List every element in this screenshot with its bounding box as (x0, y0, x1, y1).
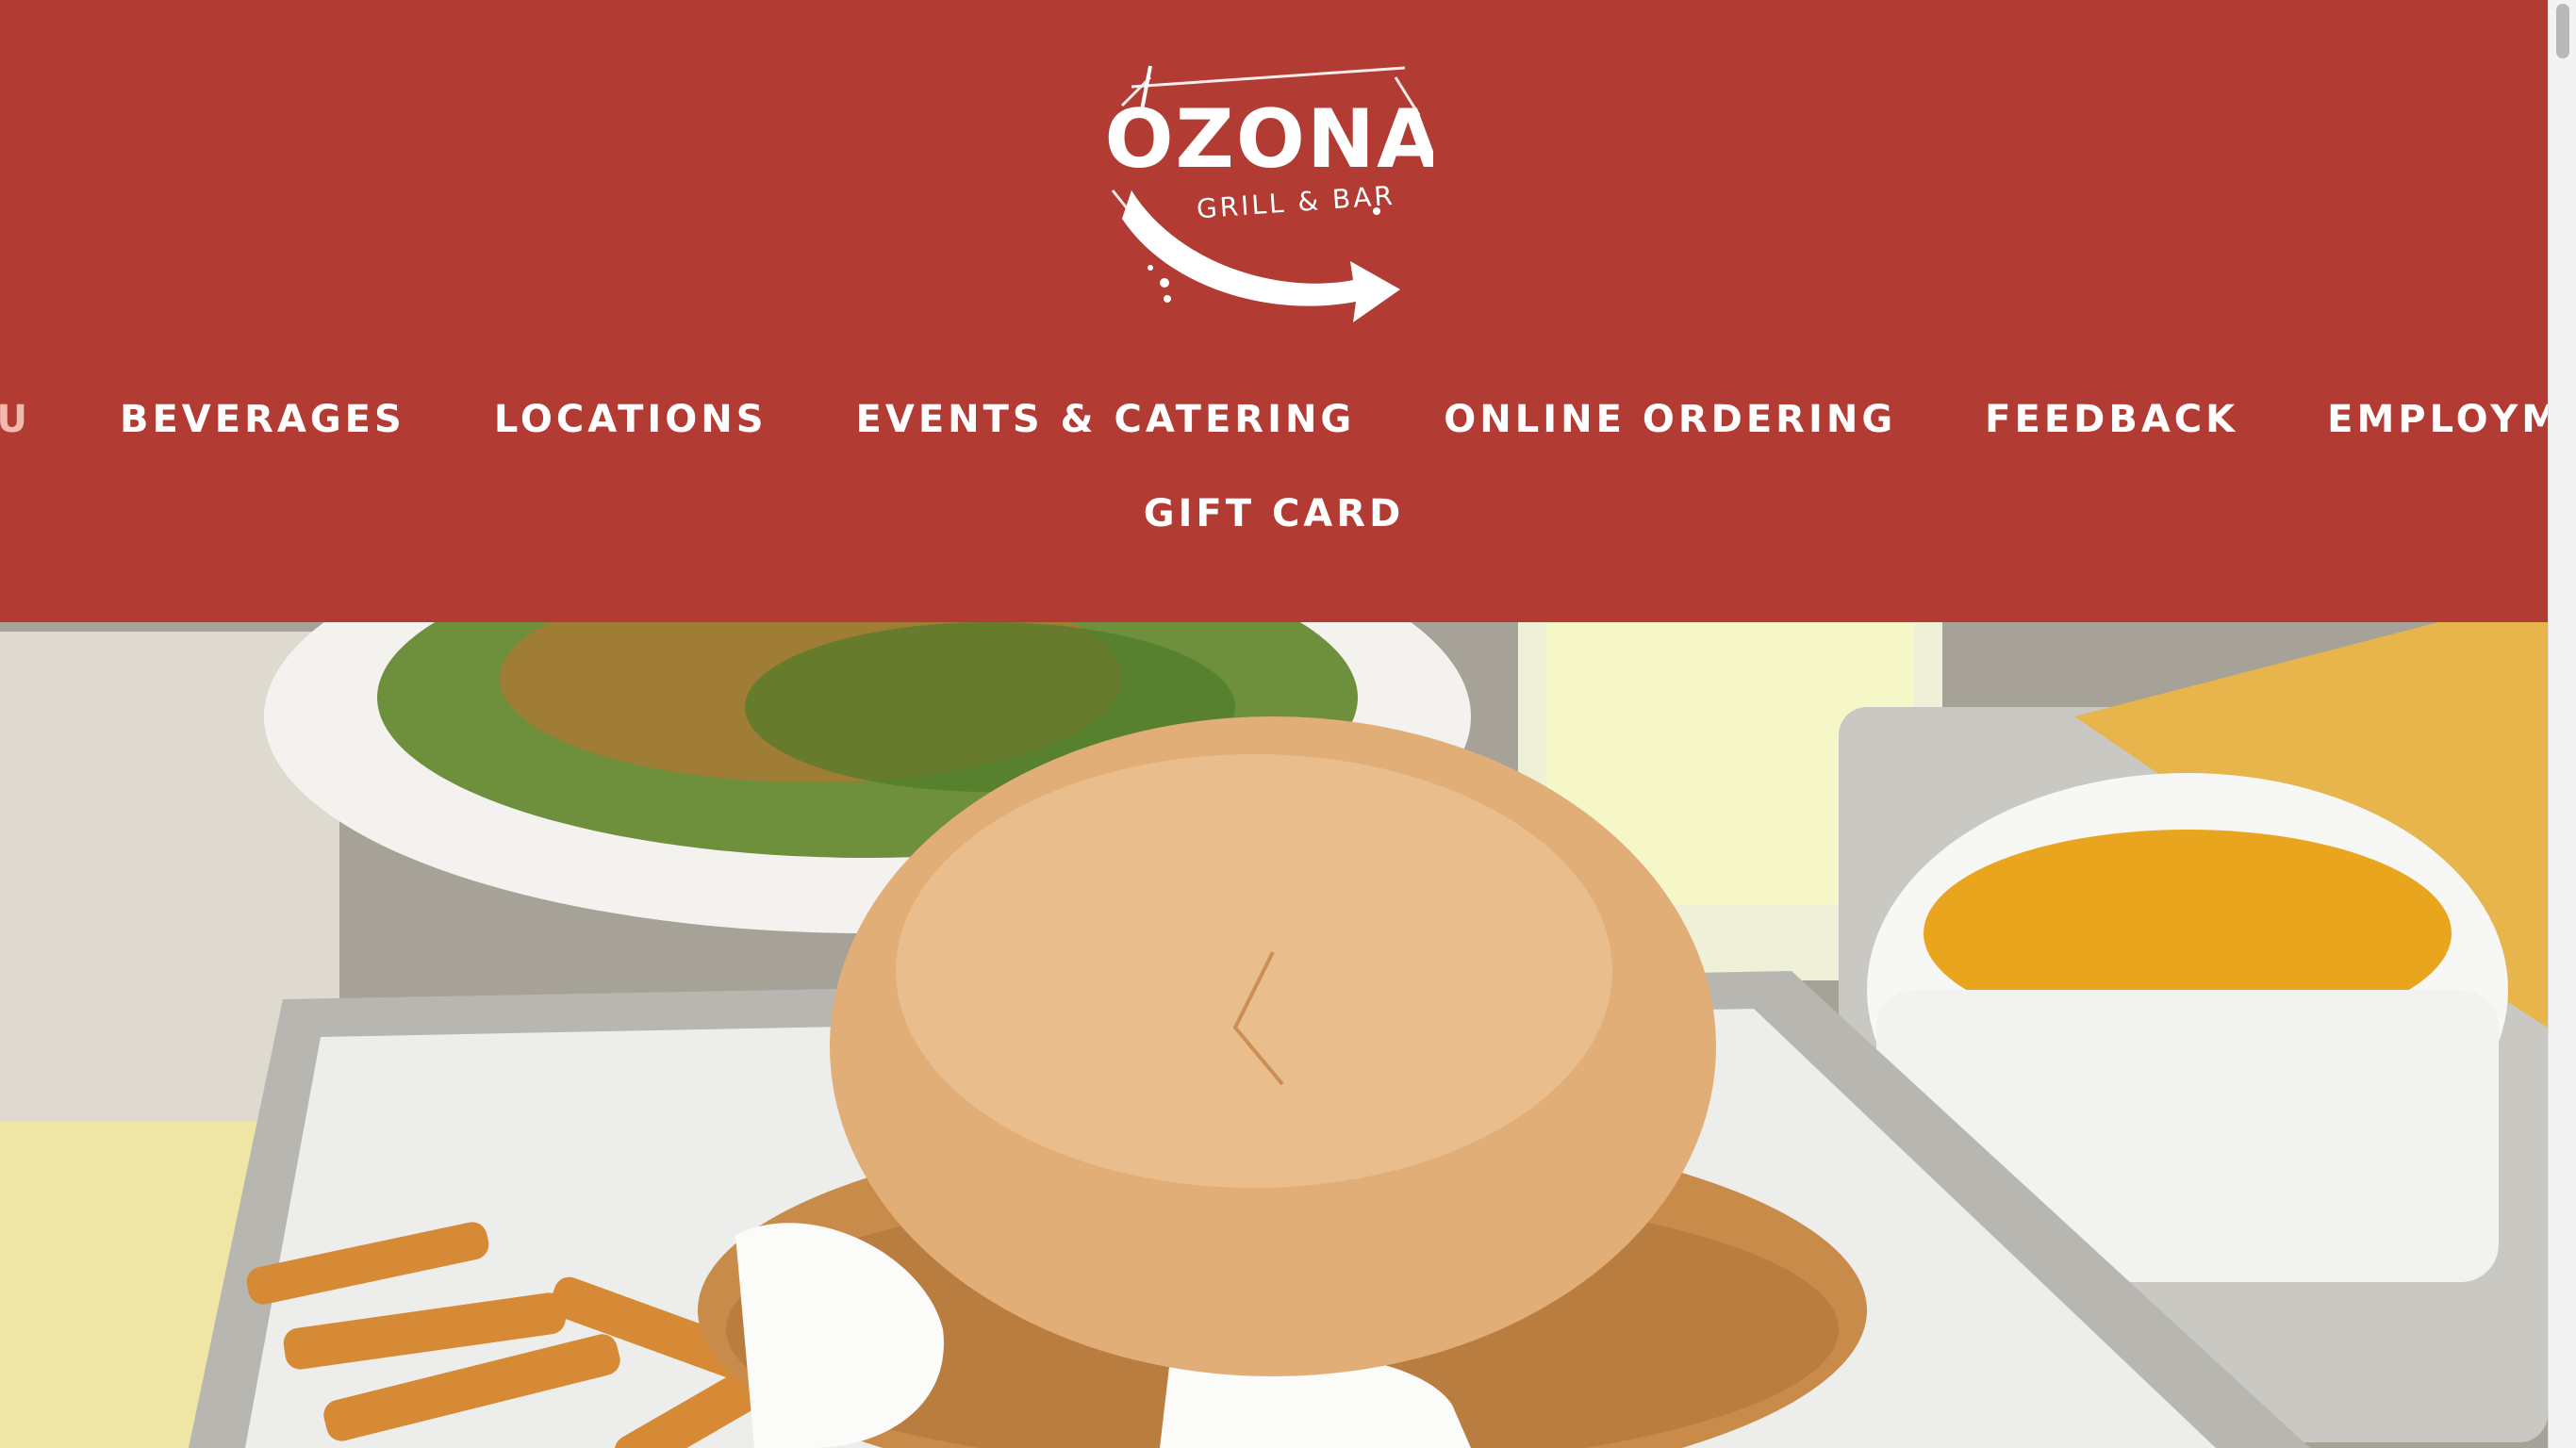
vertical-scrollbar[interactable] (2548, 0, 2576, 1448)
nav-item-gift-card[interactable]: GIFT CARD (1099, 492, 1449, 535)
nav-item-feedback[interactable]: FEEDBACK (1940, 398, 2283, 441)
nav-item-locations[interactable]: LOCATIONS (450, 398, 812, 441)
torn-paper-edge (0, 575, 2548, 617)
main-navigation: MENU BEVERAGES LOCATIONS EVENTS & CATERI… (0, 372, 2576, 467)
secondary-navigation-row: GIFT CARD (0, 471, 2548, 556)
nav-item-online-ordering[interactable]: ONLINE ORDERING (1399, 398, 1940, 441)
nav-item-beverages[interactable]: BEVERAGES (75, 398, 450, 441)
logo-graphic: OZONA GRILL & BAR (1104, 65, 1440, 322)
site-header: OZONA GRILL & BAR MENU BEVERAGES LOCATIO… (0, 0, 2576, 622)
nav-item-events-catering[interactable]: EVENTS & CATERING (812, 398, 1400, 441)
hero-food-photo (0, 594, 2548, 1448)
scrollbar-thumb[interactable] (2556, 4, 2569, 58)
logo-wordmark: OZONA (1104, 92, 1433, 187)
ozona-logo[interactable]: OZONA GRILL & BAR (1094, 49, 1440, 332)
food-photo-illustration (0, 594, 2548, 1448)
nav-item-employment[interactable]: EMPLOYMENT (2283, 398, 2576, 441)
nav-item-menu[interactable]: MENU (0, 398, 75, 441)
